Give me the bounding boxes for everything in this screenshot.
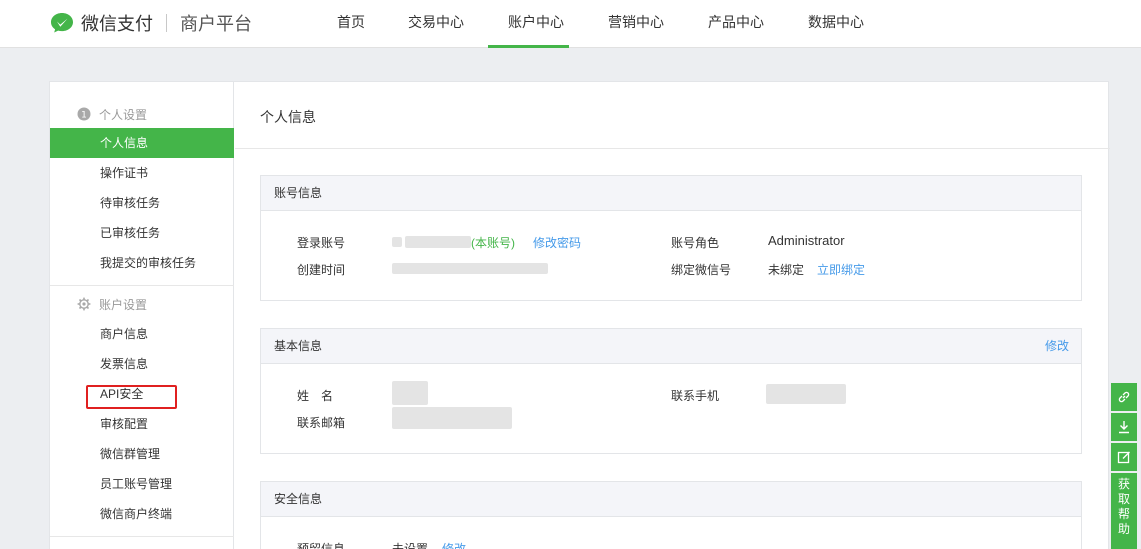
account-info-card: 账号信息 登录账号 (本账号) 修改密码 创建时间 账号角色 Administr… bbox=[260, 175, 1082, 301]
created-time-label: 创建时间 bbox=[297, 263, 346, 277]
content-area: 个人信息 账号信息 登录账号 (本账号) 修改密码 创建时间 账号角色 Admi… bbox=[235, 82, 1110, 549]
sidebar-item-certificate[interactable]: 操作证书 bbox=[50, 158, 234, 188]
edit-reserved-info-link[interactable]: 修改 bbox=[442, 540, 466, 549]
sidebar-item-merchant-info[interactable]: 商户信息 bbox=[50, 319, 234, 349]
download-icon bbox=[1119, 421, 1129, 434]
nav-data-center[interactable]: 数据中心 bbox=[786, 0, 886, 48]
help-char: 助 bbox=[1117, 522, 1130, 536]
redacted-value bbox=[392, 381, 428, 405]
sidebar-item-pending-tasks[interactable]: 待审核任务 bbox=[50, 188, 234, 218]
help-char: 帮 bbox=[1117, 507, 1130, 521]
phone-label: 联系手机 bbox=[671, 389, 720, 403]
help-char: 取 bbox=[1117, 492, 1130, 506]
card-header: 安全信息 bbox=[261, 482, 1081, 517]
nav-product-center[interactable]: 产品中心 bbox=[686, 0, 786, 48]
sidebar-divider bbox=[50, 536, 234, 537]
sidebar-item-staff-accounts[interactable]: 员工账号管理 bbox=[50, 469, 234, 499]
sidebar-item-merchant-terminal[interactable]: 微信商户终端 bbox=[50, 499, 234, 529]
card-header: 基本信息 修改 bbox=[261, 329, 1081, 364]
redacted-value bbox=[392, 237, 402, 247]
reserved-info-label: 预留信息 bbox=[297, 542, 346, 549]
title-divider bbox=[235, 148, 1110, 149]
top-bar: 微信支付 商户平台 首页 交易中心 账户中心 营销中心 产品中心 数据中心 bbox=[0, 0, 1141, 48]
sidebar-group-label: 个人设置 bbox=[99, 107, 148, 122]
bound-wechat-label: 绑定微信号 bbox=[671, 263, 732, 277]
redacted-value bbox=[405, 236, 471, 248]
sidebar-group-personal: 1 个人设置 bbox=[50, 99, 234, 129]
sidebar-item-reviewed-tasks[interactable]: 已审核任务 bbox=[50, 218, 234, 248]
basic-info-card: 基本信息 修改 姓 名 联系手机 联系邮箱 bbox=[260, 328, 1082, 454]
nav-trade-center[interactable]: 交易中心 bbox=[386, 0, 486, 48]
change-password-link[interactable]: 修改密码 bbox=[533, 234, 581, 251]
wechat-pay-logo-icon bbox=[51, 13, 73, 33]
sidebar-group-account: 账户设置 bbox=[50, 289, 234, 319]
card-title: 基本信息 bbox=[274, 339, 323, 353]
sidebar-group-label: 账户设置 bbox=[99, 297, 148, 312]
sidebar-item-review-config[interactable]: 审核配置 bbox=[50, 409, 234, 439]
bind-now-link[interactable]: 立即绑定 bbox=[817, 261, 865, 278]
login-account-label: 登录账号 bbox=[297, 236, 346, 250]
redacted-value bbox=[766, 384, 846, 404]
float-feedback-button[interactable] bbox=[1111, 443, 1137, 471]
redacted-value bbox=[392, 263, 548, 274]
help-char: 获 bbox=[1117, 477, 1130, 491]
main-panel: 1 个人设置 个人信息 操作证书 待审核任务 已审核任务 我提交的审核任务 账户… bbox=[49, 81, 1110, 549]
sidebar-divider bbox=[50, 285, 234, 286]
page-title: 个人信息 bbox=[260, 109, 316, 125]
svg-text:1: 1 bbox=[81, 111, 87, 121]
float-download-button[interactable] bbox=[1111, 413, 1137, 441]
nav-account-center[interactable]: 账户中心 bbox=[486, 0, 586, 48]
edit-basic-info-link[interactable]: 修改 bbox=[1045, 329, 1069, 363]
account-role-value: Administrator bbox=[768, 233, 845, 248]
account-role-label: 账号角色 bbox=[671, 236, 720, 250]
sidebar-item-personal-info[interactable]: 个人信息 bbox=[50, 128, 234, 158]
brand-divider bbox=[166, 14, 167, 32]
current-account-tag: (本账号) bbox=[471, 236, 515, 250]
floating-toolbar: 获 取 帮 助 bbox=[1111, 383, 1137, 549]
main-nav: 首页 交易中心 账户中心 营销中心 产品中心 数据中心 bbox=[316, 0, 886, 48]
get-help-button[interactable]: 获 取 帮 助 bbox=[1111, 473, 1137, 549]
nav-marketing-center[interactable]: 营销中心 bbox=[586, 0, 686, 48]
name-label: 姓 名 bbox=[297, 389, 334, 403]
edit-icon bbox=[1117, 451, 1130, 464]
brand-logo[interactable]: 微信支付 商户平台 bbox=[50, 10, 252, 36]
highlight-box bbox=[86, 385, 177, 409]
brand-subtitle: 商户平台 bbox=[180, 14, 252, 34]
redacted-value bbox=[392, 407, 512, 429]
security-info-card: 安全信息 预留信息 未设置 修改 bbox=[260, 481, 1082, 549]
brand-name: 微信支付 bbox=[81, 14, 153, 34]
bound-wechat-value: 未绑定 bbox=[768, 263, 805, 277]
sidebar-item-invoice-info[interactable]: 发票信息 bbox=[50, 349, 234, 379]
sidebar: 1 个人设置 个人信息 操作证书 待审核任务 已审核任务 我提交的审核任务 账户… bbox=[50, 82, 234, 549]
sidebar-item-my-submitted-tasks[interactable]: 我提交的审核任务 bbox=[50, 248, 234, 278]
gear-icon bbox=[77, 297, 91, 311]
user-icon: 1 bbox=[77, 107, 91, 121]
reserved-info-value: 未设置 bbox=[392, 542, 429, 549]
nav-home[interactable]: 首页 bbox=[316, 0, 386, 48]
card-header: 账号信息 bbox=[261, 176, 1081, 211]
link-icon bbox=[1118, 391, 1130, 403]
float-link-button[interactable] bbox=[1111, 383, 1137, 411]
email-label: 联系邮箱 bbox=[297, 416, 346, 430]
sidebar-item-wechat-group[interactable]: 微信群管理 bbox=[50, 439, 234, 469]
